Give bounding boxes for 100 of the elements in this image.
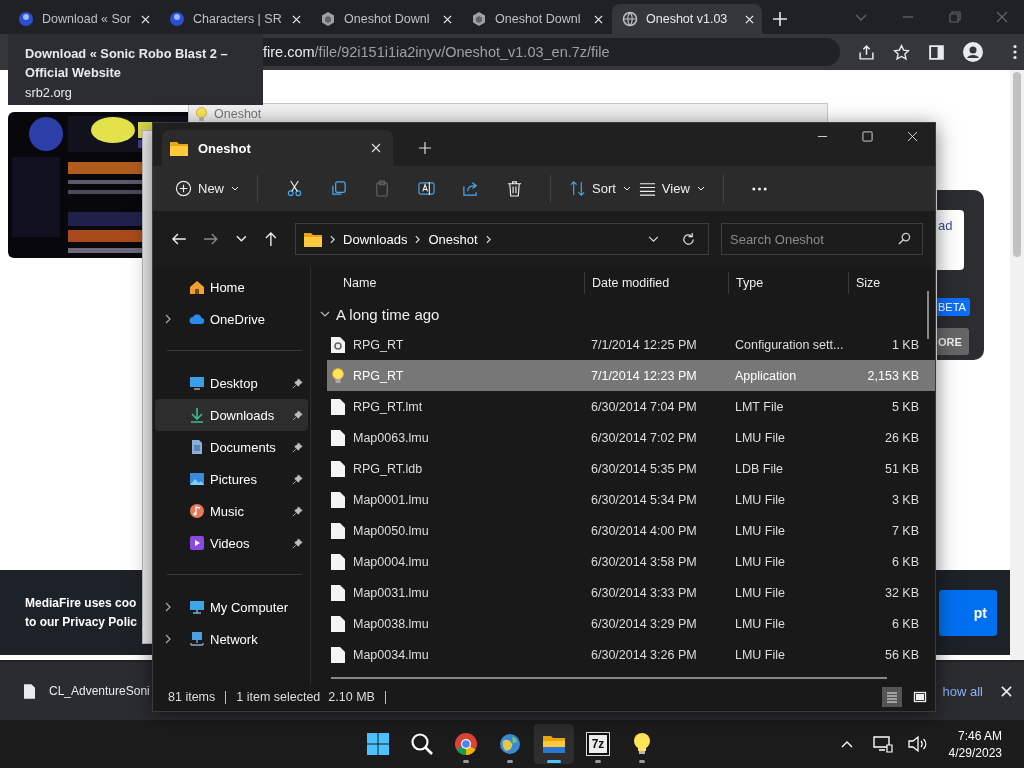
file-row[interactable]: Map0031.lmu 6/30/2014 3:33 PM LMU File 32 KB xyxy=(327,577,935,608)
nav-item[interactable]: Videos xyxy=(155,527,308,559)
new-button[interactable]: New xyxy=(171,171,243,206)
nav-item[interactable]: Documents xyxy=(155,431,308,463)
size-cell-text: 51 KB xyxy=(883,461,919,476)
expand-icon[interactable] xyxy=(165,602,171,612)
taskbar-button[interactable]: 7z xyxy=(578,724,618,764)
settings-file-icon xyxy=(331,336,345,353)
star-icon[interactable] xyxy=(893,43,910,61)
nav-item[interactable]: Home xyxy=(155,271,308,303)
date-cell-text: 7/1/2014 12:23 PM xyxy=(590,368,698,383)
expand-icon[interactable] xyxy=(320,309,330,319)
file-row[interactable]: Map0001.lmu 6/30/2014 5:34 PM LMU File 3 KB xyxy=(327,484,935,515)
nav-item[interactable]: Pictures xyxy=(155,463,308,495)
column-header[interactable]: Type xyxy=(728,272,848,294)
window-title: Oneshot xyxy=(214,107,262,121)
file-row[interactable]: RPG_RT.lmt 6/30/2014 7:04 PM LMT File 5 KB xyxy=(327,391,935,422)
size-cell-text: 3 KB xyxy=(890,492,919,507)
explorer-tab[interactable]: Oneshot xyxy=(162,130,393,166)
search-field[interactable]: Search Oneshot xyxy=(721,223,923,255)
file-row[interactable]: Map0050.lmu 6/30/2014 4:00 PM LMU File 7 KB xyxy=(327,515,935,546)
group-header[interactable]: A long time ago xyxy=(336,305,440,323)
column-header[interactable]: Date modified xyxy=(584,272,728,294)
view-button[interactable]: View xyxy=(634,171,709,206)
file-name: RPG_RT xyxy=(353,368,404,383)
pin-icon[interactable] xyxy=(292,473,303,485)
nav-item[interactable]: My Computer xyxy=(155,591,308,623)
file-row[interactable]: Map0004.lmu 6/30/2014 3:58 PM LMU File 6 KB xyxy=(327,546,935,577)
pin-icon[interactable] xyxy=(292,377,303,389)
computer-icon xyxy=(189,599,205,615)
scissors-icon xyxy=(285,180,303,197)
expand-icon[interactable] xyxy=(165,634,171,644)
clock-time[interactable]: 7:46 AM xyxy=(957,728,1002,743)
file-row[interactable]: Map0034.lmu 6/30/2014 3:26 PM LMU File 56 KB xyxy=(327,639,935,670)
home-icon xyxy=(189,279,205,295)
new-tab-icon[interactable] xyxy=(419,142,431,154)
pin-icon[interactable] xyxy=(292,505,303,517)
new-tab-icon[interactable] xyxy=(773,12,787,26)
download-link[interactable]: ad xyxy=(937,210,964,270)
chevron-up-icon[interactable] xyxy=(840,740,853,748)
show-all-link[interactable]: how all xyxy=(942,683,983,699)
sort-button[interactable]: Sort xyxy=(565,171,635,206)
nav-item[interactable]: Downloads xyxy=(155,399,308,431)
browser-tab[interactable]: Oneshot v1.03 xyxy=(612,4,762,34)
address-field[interactable]: Downloads Oneshot xyxy=(295,223,709,255)
file-row[interactable]: Map0038.lmu 6/30/2014 3:29 PM LMU File 6 KB xyxy=(327,608,935,639)
nav-item[interactable]: OneDrive xyxy=(155,303,308,335)
browser-tab[interactable]: Characters | SR xyxy=(159,4,309,34)
monitor-icon[interactable] xyxy=(872,735,893,753)
file-icon xyxy=(331,615,345,632)
nav-item[interactable]: Desktop xyxy=(155,367,308,399)
breadcrumb-item[interactable]: Oneshot xyxy=(428,231,478,247)
download-file-name[interactable]: CL_AdventureSoni xyxy=(49,684,150,698)
profile-icon[interactable] xyxy=(963,42,983,62)
clock-date[interactable]: 4/29/2023 xyxy=(948,745,1002,760)
pin-icon[interactable] xyxy=(292,409,303,421)
breadcrumb-item[interactable]: Downloads xyxy=(343,231,408,247)
share-icon[interactable] xyxy=(858,43,875,61)
details-view-button[interactable] xyxy=(882,687,902,707)
item-count: 81 items xyxy=(168,690,216,704)
browser-tab[interactable]: Oneshot Downl xyxy=(310,4,460,34)
document-icon xyxy=(189,439,205,455)
browser-tab[interactable]: Oneshot Downl xyxy=(461,4,611,34)
menu-icon[interactable] xyxy=(1013,44,1017,60)
column-header[interactable]: Name xyxy=(311,272,584,294)
trash-icon xyxy=(505,180,523,197)
refresh-icon[interactable] xyxy=(681,231,696,247)
chevron-down-icon[interactable] xyxy=(648,235,659,243)
file-name: RPG_RT xyxy=(353,337,404,352)
file-row[interactable]: RPG_RT 7/1/2014 12:23 PM Application 2,153 KB xyxy=(327,360,935,391)
pin-icon[interactable] xyxy=(292,441,303,453)
back-icon[interactable] xyxy=(171,231,187,247)
size-cell-text: 56 KB xyxy=(883,647,919,662)
tab-title: Oneshot xyxy=(198,140,252,156)
side-panel-icon[interactable] xyxy=(928,43,945,61)
chevron-right-icon[interactable] xyxy=(330,234,336,244)
chevron-right-icon[interactable] xyxy=(485,234,491,244)
forward-icon[interactable] xyxy=(202,231,219,247)
folder-icon xyxy=(304,231,323,247)
file-row[interactable]: RPG_RT 7/1/2014 12:25 PM Configuration sett... 1 KB xyxy=(327,329,935,360)
scrollbar[interactable] xyxy=(1010,70,1024,660)
file-icon xyxy=(331,522,345,539)
chevron-down-icon[interactable] xyxy=(235,235,247,243)
more-button[interactable]: ORE xyxy=(937,328,969,355)
maximize-icon[interactable] xyxy=(862,131,873,142)
nav-item[interactable]: Network xyxy=(155,623,308,655)
chevron-right-icon[interactable] xyxy=(415,234,421,244)
nav-label: OneDrive xyxy=(210,311,266,327)
speaker-icon[interactable] xyxy=(906,735,927,753)
browser-tab[interactable]: Download « Sor xyxy=(8,4,158,34)
taskbar-button[interactable] xyxy=(534,724,574,764)
desktop-icon xyxy=(189,375,205,391)
expand-icon[interactable] xyxy=(165,314,171,324)
file-row[interactable]: Map0063.lmu 6/30/2014 7:02 PM LMU File 26 KB xyxy=(327,422,935,453)
browser-icon xyxy=(454,732,478,756)
file-row[interactable]: RPG_RT.ldb 6/30/2014 5:35 PM LDB File 51 KB xyxy=(327,453,935,484)
accept-button[interactable]: pt xyxy=(939,589,997,636)
pin-icon[interactable] xyxy=(292,537,303,549)
sort-icon xyxy=(569,180,586,197)
nav-item[interactable]: Music xyxy=(155,495,308,527)
